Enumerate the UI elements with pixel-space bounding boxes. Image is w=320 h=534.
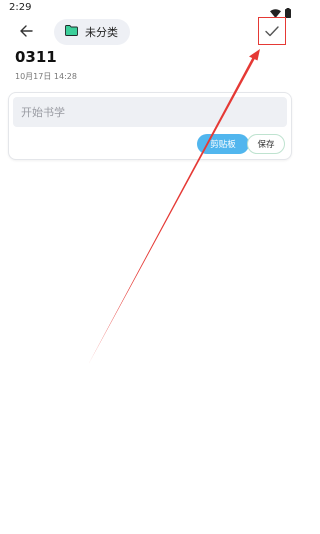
note-date: 10月17日 14:28	[15, 72, 77, 81]
toolbar: 未分类	[0, 16, 300, 48]
save-button[interactable]: 保存	[247, 134, 285, 154]
clipboard-button[interactable]: 剪贴板	[197, 134, 249, 154]
category-selector[interactable]: 未分类	[54, 19, 130, 45]
editor-card: 剪贴板 保存	[8, 92, 292, 160]
back-button[interactable]	[16, 22, 36, 42]
category-label: 未分类	[85, 26, 118, 39]
note-title[interactable]: 0311	[15, 48, 57, 66]
annotation-arrow-head	[249, 49, 260, 61]
status-time: 2:29	[9, 2, 32, 13]
folder-icon	[65, 25, 78, 39]
note-content-input[interactable]	[13, 97, 287, 127]
arrow-left-icon	[19, 23, 33, 42]
checkmark-icon	[265, 22, 279, 41]
confirm-save-button[interactable]	[258, 17, 286, 45]
status-bar: 2:29	[0, 0, 300, 18]
